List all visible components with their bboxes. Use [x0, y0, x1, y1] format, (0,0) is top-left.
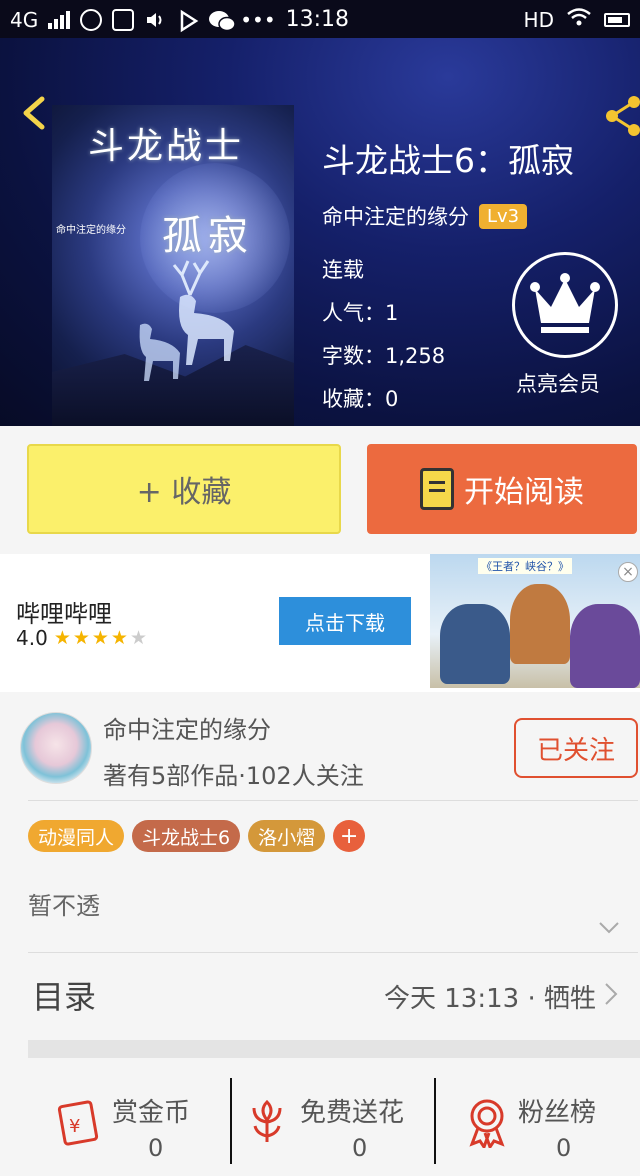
- author-card-name[interactable]: 命中注定的缘分: [103, 710, 271, 745]
- svg-text:¥: ¥: [69, 1116, 80, 1137]
- ad-rating: 4.0 ★★★★★: [16, 626, 149, 650]
- vip-label: 点亮会员: [516, 372, 600, 396]
- book-description: 暂不透: [28, 892, 100, 920]
- crown-icon: [530, 273, 600, 333]
- divider: [434, 1078, 436, 1164]
- start-reading-label: 开始阅读: [464, 475, 584, 510]
- stat-label: 赏金币: [112, 1098, 191, 1128]
- back-button[interactable]: [18, 96, 52, 130]
- network-label: 4G: [10, 7, 39, 32]
- wifi-icon: [566, 7, 592, 32]
- section-separator: [28, 1040, 640, 1058]
- hd-label: HD: [523, 7, 554, 32]
- ad-download-button[interactable]: 点击下载: [279, 597, 411, 645]
- add-tag-button[interactable]: +: [333, 820, 366, 852]
- author-card-meta: 著有5部作品·102人关注: [103, 762, 364, 790]
- stat-value: 0: [148, 1134, 164, 1162]
- chevron-left-icon: [23, 96, 45, 130]
- action-bar: + 收藏 开始阅读: [0, 426, 640, 554]
- cover-title: 斗龙战士: [88, 126, 245, 167]
- author-card: 命中注定的缘分 著有5部作品·102人关注 已关注 动漫同人 斗龙战士6 洛小熠…: [0, 692, 640, 1040]
- word-count: 字数：1,258: [322, 344, 446, 368]
- stat-label: 粉丝榜: [518, 1098, 597, 1128]
- star-rating-icon: ★★★★★: [53, 627, 149, 649]
- cover-author: 命中注定的缘分: [56, 225, 126, 236]
- battery-icon: [604, 12, 630, 27]
- add-favorite-button[interactable]: + 收藏: [27, 444, 341, 534]
- ad-image[interactable]: 《王者？峡谷？》: [430, 554, 640, 688]
- signal-icon: [48, 10, 71, 29]
- author-line: 命中注定的缘分 Lv3: [322, 201, 528, 231]
- serial-status: 连载: [322, 258, 364, 282]
- avatar[interactable]: [20, 712, 92, 784]
- share-icon: [606, 96, 640, 136]
- ad-app-name: 哔哩哔哩: [16, 600, 112, 628]
- author-name[interactable]: 命中注定的缘分: [322, 201, 469, 231]
- stat-label: 免费送花: [300, 1098, 405, 1128]
- send-flower-button[interactable]: 免费送花 0: [244, 1078, 424, 1164]
- book-title: 斗龙战士6：孤寂: [322, 141, 574, 180]
- share-button[interactable]: [600, 94, 640, 138]
- tag-chip[interactable]: 洛小熠: [248, 820, 326, 852]
- stat-value: 0: [352, 1134, 368, 1162]
- popularity-count: 人气：1: [322, 301, 399, 325]
- divider: [28, 952, 638, 953]
- favorites-count: 收藏：0: [322, 387, 399, 411]
- toc-title: 目录: [32, 978, 97, 1016]
- medal-icon: [469, 1099, 505, 1148]
- video-play-icon: [176, 9, 199, 32]
- tag-chip[interactable]: 斗龙战士6: [132, 820, 241, 852]
- latest-chapter: 今天 13:13 · 牺牲: [384, 984, 596, 1014]
- level-badge: Lv3: [479, 203, 528, 229]
- red-envelope-icon: ¥: [57, 1100, 99, 1146]
- clock: 13:18: [285, 7, 350, 32]
- flower-icon: [252, 1099, 282, 1142]
- expand-button[interactable]: [598, 920, 620, 939]
- close-icon[interactable]: ×: [618, 562, 638, 582]
- reward-bar: ¥ 赏金币 0 免费送花 0 粉丝榜 0: [0, 1068, 640, 1176]
- reward-coins-button[interactable]: ¥ 赏金币 0: [52, 1078, 222, 1164]
- book-icon: [420, 468, 454, 510]
- app-s-icon: [112, 8, 135, 31]
- ad-banner[interactable]: 哔哩哔哩 4.0 ★★★★★ 点击下载 《王者？峡谷？》 ×: [0, 554, 640, 692]
- divider: [28, 800, 638, 801]
- tag-list: 动漫同人 斗龙战士6 洛小熠 +: [28, 820, 366, 852]
- stat-value: 0: [556, 1134, 572, 1162]
- start-reading-button[interactable]: 开始阅读: [367, 444, 637, 534]
- deer-illustration: [139, 260, 234, 381]
- ad-image-caption: 《王者？峡谷？》: [478, 558, 572, 574]
- chevron-right-icon: [605, 983, 618, 1005]
- status-bar: 4G ••• 13:18 HD: [0, 0, 640, 38]
- follow-button[interactable]: 已关注: [514, 718, 638, 778]
- table-of-contents-row[interactable]: 目录 今天 13:13 · 牺牲: [0, 954, 640, 1030]
- divider: [230, 1078, 232, 1164]
- volume-icon: [144, 9, 166, 31]
- book-cover[interactable]: 斗龙战士 孤寂 命中注定的缘分: [52, 105, 294, 426]
- more-icon: •••: [240, 7, 276, 32]
- fan-ranking-button[interactable]: 粉丝榜 0: [464, 1078, 634, 1164]
- tag-chip[interactable]: 动漫同人: [28, 820, 125, 852]
- vip-button[interactable]: [512, 252, 618, 358]
- chevron-down-icon: [599, 922, 619, 934]
- ad-rating-value: 4.0: [16, 626, 48, 650]
- wechat-icon: [208, 9, 236, 31]
- book-header: 斗龙战士 孤寂 命中注定的缘分 斗龙战士6：孤寂 命中注定的缘分 Lv3 连载 …: [0, 38, 640, 426]
- ad-character: [440, 604, 510, 684]
- ad-character: [570, 604, 640, 688]
- ad-character: [510, 584, 570, 664]
- cover-subtitle: 孤寂: [162, 213, 254, 259]
- browser-icon: [80, 8, 103, 31]
